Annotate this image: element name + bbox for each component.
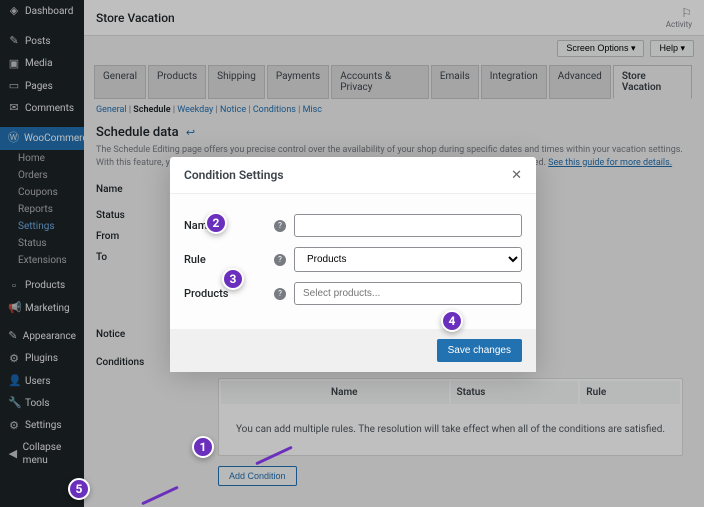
annotation-marker-5: 5 xyxy=(68,478,90,500)
modal-footer: Save changes xyxy=(170,329,536,372)
annotation-marker-3: 3 xyxy=(222,268,244,290)
modal-rule-label: Rule xyxy=(184,253,274,266)
modal-rule-select[interactable]: Products xyxy=(294,247,522,272)
annotation-marker-1: 1 xyxy=(192,436,214,458)
modal-name-row: Name ? xyxy=(184,214,522,237)
modal-close-button[interactable]: ✕ xyxy=(511,167,522,183)
modal-save-button[interactable]: Save changes xyxy=(437,339,522,362)
condition-settings-modal: Condition Settings ✕ Name ? Rule ? Produ… xyxy=(170,157,536,372)
modal-name-label: Name xyxy=(184,219,274,232)
modal-header: Condition Settings ✕ xyxy=(170,157,536,194)
annotation-marker-4: 4 xyxy=(441,310,463,332)
help-icon[interactable]: ? xyxy=(274,288,286,300)
help-icon[interactable]: ? xyxy=(274,220,286,232)
modal-name-input[interactable] xyxy=(294,214,522,237)
modal-body: Name ? Rule ? Products Products ? xyxy=(170,194,536,329)
modal-products-input[interactable] xyxy=(294,282,522,305)
annotation-marker-2: 2 xyxy=(205,212,227,234)
modal-title: Condition Settings xyxy=(184,168,284,182)
help-icon[interactable]: ? xyxy=(274,254,286,266)
